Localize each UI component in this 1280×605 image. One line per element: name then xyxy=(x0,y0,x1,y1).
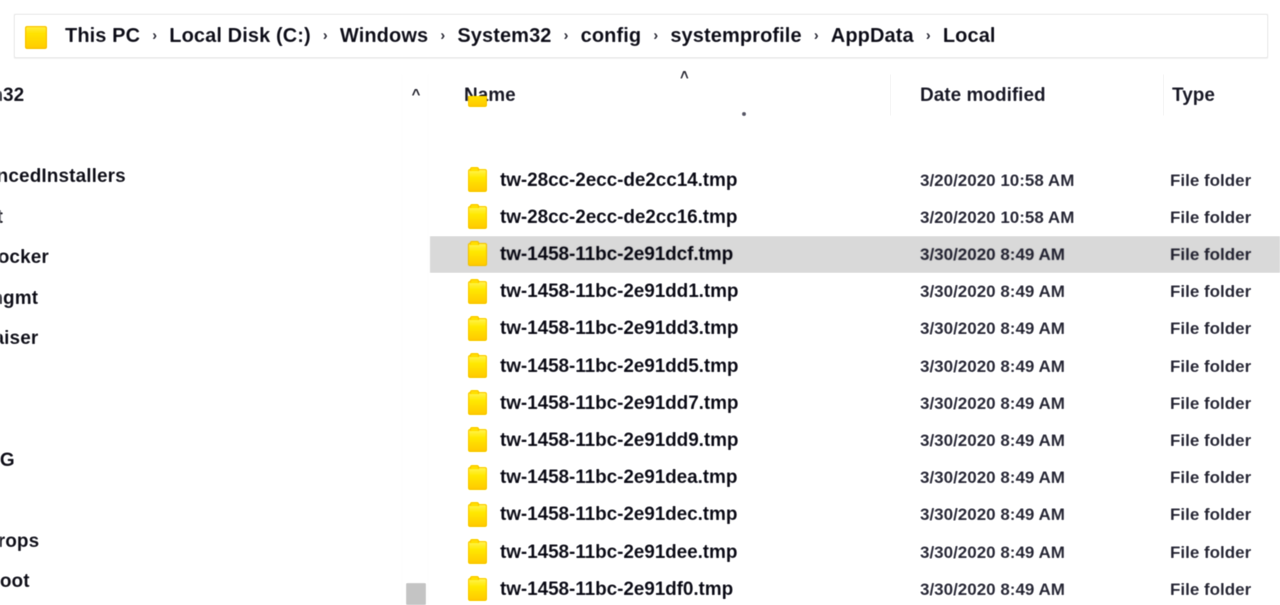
cell-type: File folder xyxy=(1170,430,1252,450)
folder-icon xyxy=(468,167,487,192)
table-row[interactable]: tw-1458-11bc-2e91dd1.tmp 3/30/2020 8:49 A… xyxy=(430,274,1280,311)
cell-name[interactable]: tw-1458-11bc-2e91dd7.tmp xyxy=(500,393,738,415)
cell-name[interactable]: tw-1458-11bc-2e91dea.tmp xyxy=(500,467,737,489)
cell-type: File folder xyxy=(1170,542,1252,562)
cell-date-modified: 3/30/2020 8:49 AM xyxy=(920,579,1065,599)
cell-type: File folder xyxy=(1170,244,1252,264)
folder-icon xyxy=(468,390,487,416)
file-explorer-window: This PC › Local Disk (C:) › Windows › System32… xyxy=(0,0,1280,605)
table-row[interactable]: tw-1458-11bc-2e91dd9.tmp 3/30/2020 8:49 A… xyxy=(430,422,1280,459)
folder-icon xyxy=(468,464,487,490)
cell-type: File folder xyxy=(1170,170,1252,190)
table-row[interactable]: tw-28cc-2ecc-de2cc16.tmp 3/20/2020 10:58 … xyxy=(430,199,1280,236)
folder-icon xyxy=(468,576,487,602)
table-row[interactable]: tw-28cc-2ecc-de2cc14.tmp 3/20/2020 10:58 … xyxy=(430,162,1280,199)
cell-date-modified: 3/30/2020 8:49 AM xyxy=(920,468,1065,488)
breadcrumb-separator: › xyxy=(152,26,158,44)
breadcrumb-item[interactable]: AppData xyxy=(829,25,916,48)
breadcrumb-item[interactable]: config xyxy=(579,25,644,48)
nav-tree-item[interactable]: raiser xyxy=(0,328,38,350)
file-list-pane[interactable]: ˄ Name Date modified Type tw-28cc-2ecc-d… xyxy=(430,70,1280,605)
cell-date-modified: 3/30/2020 8:49 AM xyxy=(920,505,1065,525)
address-bar[interactable]: This PC › Local Disk (C:) › Windows › System32… xyxy=(14,14,1268,58)
cell-type: File folder xyxy=(1170,319,1252,339)
cell-type: File folder xyxy=(1170,356,1252,376)
cell-name[interactable]: tw-1458-11bc-2e91dd9.tmp xyxy=(500,430,738,452)
cell-date-modified: 3/30/2020 8:49 AM xyxy=(920,356,1065,376)
breadcrumb-item[interactable]: systemprofile xyxy=(668,25,803,48)
breadcrumb-separator: › xyxy=(925,26,931,44)
folder-icon xyxy=(468,241,487,267)
cell-name[interactable]: tw-1458-11bc-2e91dd1.tmp xyxy=(500,281,738,303)
navigation-pane-scrollbar[interactable]: ^ xyxy=(402,74,428,605)
breadcrumb-item[interactable]: System32 xyxy=(455,25,553,48)
breadcrumb-item[interactable]: Local xyxy=(941,25,998,48)
breadcrumb-separator: › xyxy=(653,26,659,44)
cell-date-modified: 3/30/2020 8:49 AM xyxy=(920,542,1065,562)
cell-date-modified: 3/30/2020 8:49 AM xyxy=(920,282,1065,302)
cell-name[interactable]: tw-1458-11bc-2e91dd5.tmp xyxy=(500,356,738,378)
cell-type: File folder xyxy=(1170,393,1252,413)
folder-icon xyxy=(468,204,487,230)
breadcrumb: This PC › Local Disk (C:) › Windows › System32… xyxy=(63,25,998,48)
file-rows: tw-28cc-2ecc-de2cc14.tmp 3/20/2020 10:58 … xyxy=(430,104,1280,605)
table-row[interactable]: tw-1458-11bc-2e91dea.tmp 3/30/2020 8:49 A… xyxy=(430,460,1280,497)
nav-tree-item[interactable]: et xyxy=(0,207,3,229)
cell-name[interactable]: tw-1458-11bc-2e91dcf.tmp xyxy=(500,244,733,266)
nav-tree-item[interactable]: m32 xyxy=(0,85,24,107)
cell-name[interactable]: tw-1458-11bc-2e91dec.tmp xyxy=(500,504,737,526)
folder-icon xyxy=(468,427,487,453)
folder-icon xyxy=(468,315,487,341)
sort-ascending-icon[interactable]: ˄ xyxy=(680,70,689,84)
table-row[interactable]: tw-1458-11bc-2e91dd7.tmp 3/30/2020 8:49 A… xyxy=(430,385,1280,422)
cell-date-modified: 3/30/2020 8:49 AM xyxy=(920,430,1065,450)
table-row[interactable]: tw-1458-11bc-2e91dee.tmp 3/30/2020 8:49 A… xyxy=(430,534,1280,571)
cell-date-modified: 3/30/2020 8:49 AM xyxy=(920,319,1065,339)
cell-type: File folder xyxy=(1170,579,1252,599)
cell-date-modified: 3/20/2020 10:58 AM xyxy=(920,170,1075,190)
breadcrumb-separator: › xyxy=(322,26,328,44)
cell-name[interactable]: tw-1458-11bc-2e91df0.tmp xyxy=(500,579,733,601)
cell-name[interactable]: tw-1458-11bc-2e91dee.tmp xyxy=(500,542,737,564)
table-row[interactable]: tw-1458-11bc-2e91dd5.tmp 3/30/2020 8:49 A… xyxy=(430,348,1280,385)
folder-icon xyxy=(468,539,487,564)
table-row[interactable]: tw-1458-11bc-2e91dec.tmp 3/30/2020 8:49 A… xyxy=(430,497,1280,534)
breadcrumb-separator: › xyxy=(563,26,569,44)
navigation-pane[interactable]: m320ancedInstallersetLockermgmtraiserVAB… xyxy=(0,72,396,605)
cell-type: File folder xyxy=(1170,468,1252,488)
breadcrumb-separator: › xyxy=(813,26,819,44)
cell-name[interactable]: tw-1458-11bc-2e91dd3.tmp xyxy=(500,318,738,340)
breadcrumb-item[interactable]: Local Disk (C:) xyxy=(167,25,313,48)
cell-date-modified: 3/30/2020 8:49 AM xyxy=(920,244,1065,264)
nav-tree-item[interactable]: ancedInstallers xyxy=(0,166,126,188)
cell-type: File folder xyxy=(1170,505,1252,525)
nav-tree-item[interactable]: Root xyxy=(0,571,30,593)
chevron-up-icon[interactable]: ^ xyxy=(403,74,429,114)
table-row[interactable]: tw-1458-11bc-2e91df0.tmp 3/30/2020 8:49 A… xyxy=(430,571,1280,605)
folder-icon xyxy=(468,278,487,304)
table-row[interactable]: tw-1458-11bc-2e91dcf.tmp 3/30/2020 8:49 A… xyxy=(430,236,1280,274)
cell-date-modified: 3/20/2020 10:58 AM xyxy=(920,207,1075,227)
folder-icon xyxy=(468,501,487,527)
breadcrumb-separator: › xyxy=(440,26,446,44)
cell-date-modified: 3/30/2020 8:49 AM xyxy=(920,393,1065,413)
nav-tree-item[interactable]: drops xyxy=(0,531,39,553)
folder-icon xyxy=(25,24,47,49)
cell-type: File folder xyxy=(1170,282,1252,302)
cell-name[interactable]: tw-28cc-2ecc-de2cc14.tmp xyxy=(500,170,737,192)
breadcrumb-item[interactable]: This PC xyxy=(63,25,142,48)
cell-type: File folder xyxy=(1170,207,1252,227)
breadcrumb-item[interactable]: Windows xyxy=(338,25,430,48)
cell-name[interactable]: tw-28cc-2ecc-de2cc16.tmp xyxy=(500,207,737,229)
table-row[interactable]: tw-1458-11bc-2e91dd3.tmp 3/30/2020 8:49 A… xyxy=(430,311,1280,348)
nav-tree-item[interactable]: Locker xyxy=(0,247,49,269)
scrollbar-thumb[interactable] xyxy=(406,583,426,605)
folder-icon xyxy=(468,353,487,378)
nav-tree-item[interactable]: BG xyxy=(0,450,15,472)
nav-tree-item[interactable]: mgmt xyxy=(0,288,38,310)
